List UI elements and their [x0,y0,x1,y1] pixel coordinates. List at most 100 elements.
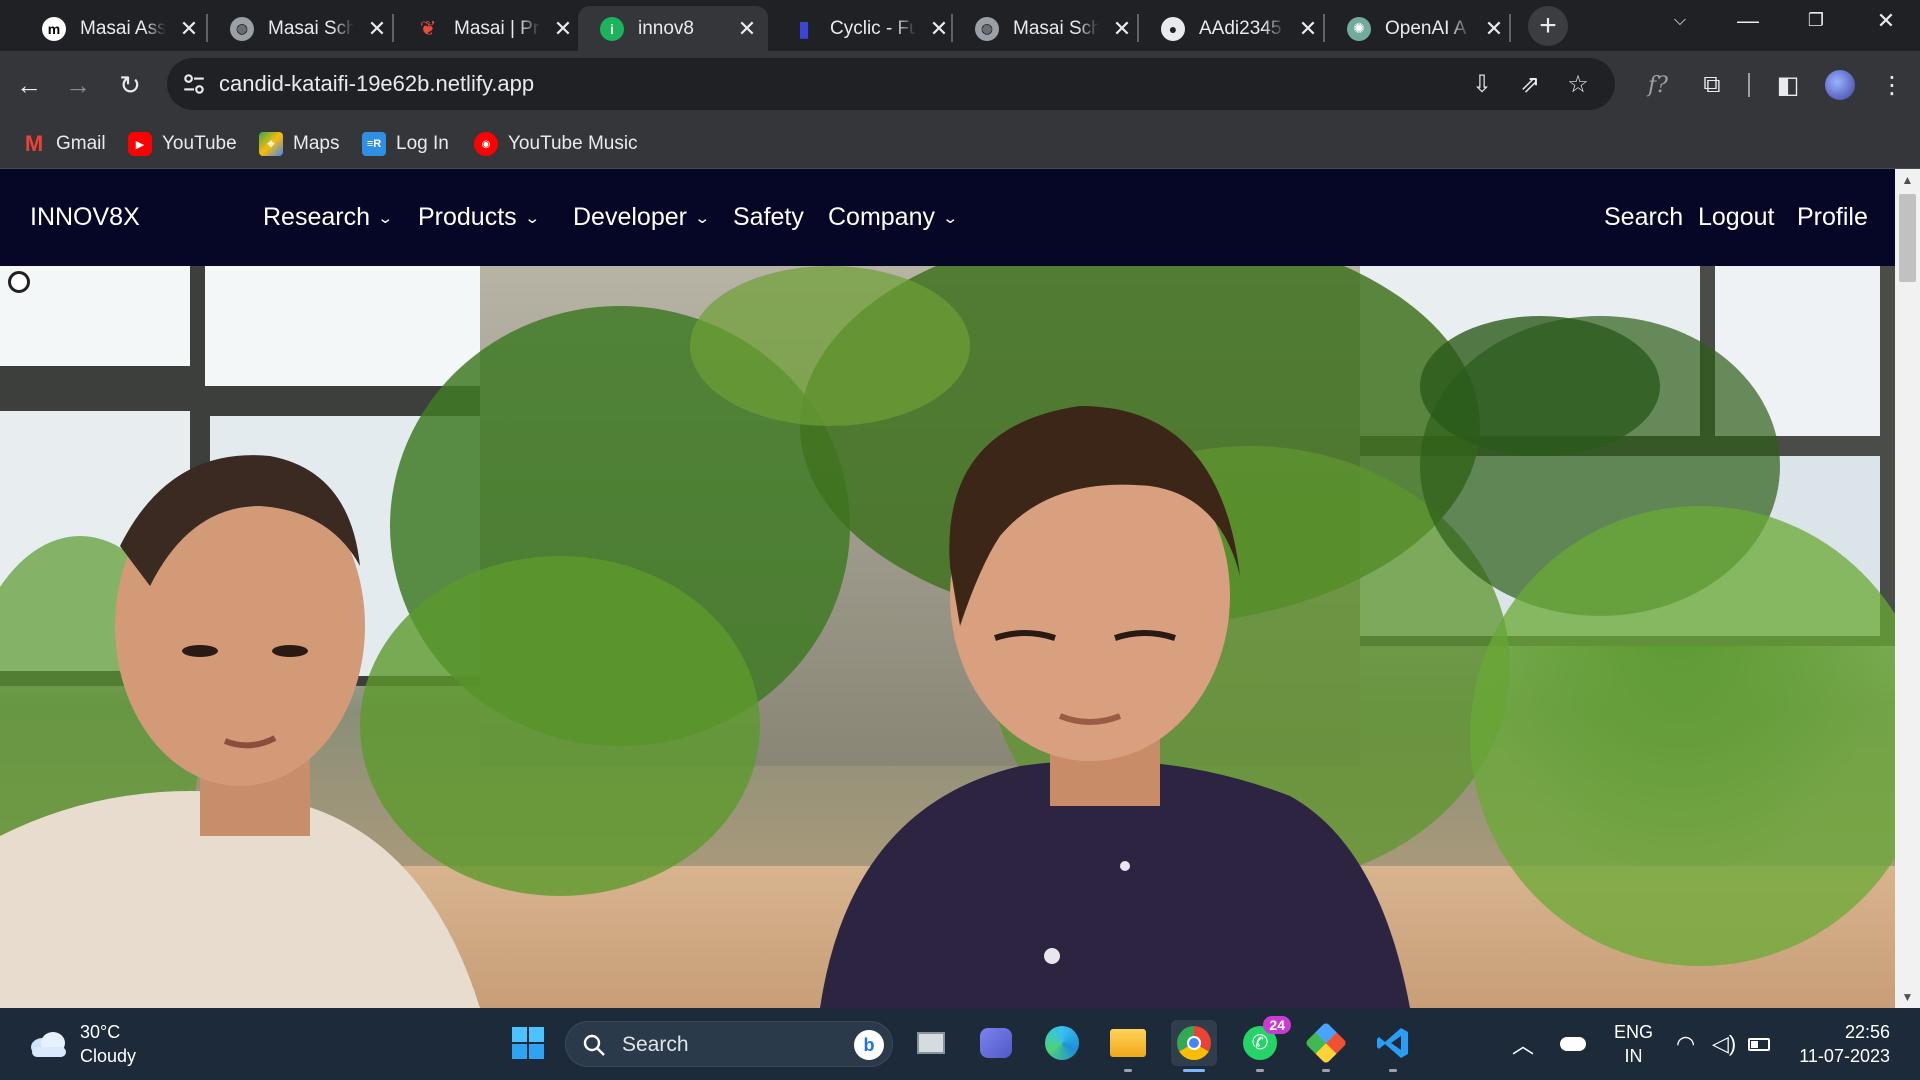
git-icon[interactable] [1303,1020,1349,1072]
bookmark-star-icon[interactable]: ☆ [1563,70,1593,100]
nav-research[interactable]: Research ⌄ [263,203,393,232]
search-link[interactable]: Search [1604,203,1683,232]
close-icon[interactable]: ✕ [736,16,758,42]
edge-glyph [1045,1026,1079,1060]
tab-search-icon[interactable]: ⌵ [1660,12,1700,42]
browser-tab[interactable]: ▮ Cyclic - Fu ✕ [770,6,960,51]
bookmark-label: Log In [396,133,449,154]
nav-label: Safety [733,203,804,231]
scrollbar-thumb[interactable] [1899,194,1916,282]
restore-button[interactable]: ❐ [1796,10,1836,40]
close-icon[interactable]: ✕ [1483,16,1505,42]
chevron-down-icon: ⌄ [523,209,541,227]
show-hidden-icons-icon[interactable]: ︿ [1512,1008,1534,1080]
site-navbar: INNOV8X Research ⌄ Products ⌄ Developer … [0,169,1895,266]
address-bar[interactable]: candid-kataifi-19e62b.netlify.app ⇩ ⇗ ☆ [167,58,1615,110]
profile-avatar-icon [1825,70,1855,100]
bookmark-youtube[interactable]: ▶ YouTube [128,129,237,159]
file-explorer-icon[interactable] [1105,1020,1151,1072]
clock[interactable]: 22:56 11-07-2023 [1792,1008,1890,1080]
wifi-icon[interactable]: ◠ [1676,1008,1695,1080]
language-code: ENG [1614,1022,1654,1042]
windows-taskbar: 30°C Cloudy Search b ✆ 24 ︿ ENG IN ◠ ◁) … [0,1008,1920,1080]
nav-label: Products [418,203,517,231]
clock-time: 22:56 [1844,1022,1890,1042]
browser-tab[interactable]: ◍ Masai Sch ✕ [953,6,1143,51]
scroll-up-arrow-icon[interactable]: ▲ [1895,169,1920,191]
close-icon[interactable]: ✕ [366,16,388,42]
page-scrollbar[interactable]: ▲ ▼ [1895,169,1920,1008]
browser-tab[interactable]: ◍ Masai Sch ✕ [208,6,398,51]
profile-link[interactable]: Profile [1797,203,1868,232]
bookmark-label: Gmail [56,133,106,154]
volume-icon[interactable]: ◁) [1712,1008,1736,1080]
globe-icon: ◍ [975,16,999,41]
close-icon[interactable]: ✕ [1111,16,1133,42]
windows-start-icon[interactable] [505,1020,551,1066]
task-view-icon[interactable] [908,1020,954,1066]
side-panel-icon[interactable]: ◧ [1768,65,1808,105]
minimize-button[interactable]: — [1728,8,1768,38]
chevron-down-icon: ⌄ [942,209,959,227]
extension-fx-icon[interactable]: f? [1638,65,1678,105]
onedrive-icon[interactable] [1560,1008,1586,1080]
person-right [820,406,1410,1008]
whatsapp-icon[interactable]: ✆ 24 [1237,1016,1291,1072]
new-tab-button[interactable]: + [1528,6,1568,46]
language-indicator[interactable]: ENG IN [1614,1008,1653,1080]
extensions-puzzle-icon[interactable]: ⧉ [1692,65,1732,105]
browser-tab[interactable]: ❦ Masai | Pr ✕ [394,6,584,51]
weather-widget[interactable]: 30°C Cloudy [28,1020,136,1068]
logout-link[interactable]: Logout [1698,203,1774,232]
nav-company[interactable]: Company ⌄ [828,203,959,232]
nav-developer[interactable]: Developer ⌄ [573,203,711,232]
close-window-button[interactable]: ✕ [1866,8,1906,38]
browser-tab-active[interactable]: i innov8 ✕ [578,6,768,51]
back-button[interactable]: ← [9,65,49,105]
site-logo[interactable]: INNOV8X [30,203,140,232]
bookmark-maps[interactable]: ⌖ Maps [259,129,339,159]
bookmark-log-in[interactable]: ≡R Log In [362,129,449,159]
folder-glyph [1110,1029,1146,1057]
battery-icon[interactable] [1748,1008,1770,1080]
chevron-down-icon: ⌄ [694,209,711,227]
forward-button[interactable]: → [58,65,98,105]
web-page: INNOV8X Research ⌄ Products ⌄ Developer … [0,169,1895,1008]
edge-icon[interactable] [1039,1020,1085,1066]
tab-divider [1509,14,1511,42]
taskbar-search-label: Search [622,1033,689,1056]
vscode-icon[interactable] [1370,1020,1416,1072]
install-app-icon[interactable]: ⇩ [1467,70,1497,100]
nav-safety[interactable]: Safety [733,203,804,232]
close-icon[interactable]: ✕ [1297,16,1319,42]
teams-glyph [980,1028,1012,1058]
running-indicator [1389,1069,1397,1072]
close-icon[interactable]: ✕ [552,16,574,42]
close-icon[interactable]: ✕ [178,16,200,42]
bing-icon[interactable]: b [854,1030,884,1060]
nav-products[interactable]: Products ⌄ [418,203,541,232]
bookmark-gmail[interactable]: M Gmail [22,129,106,159]
taskbar-search[interactable]: Search b [565,1021,893,1067]
tab-strip: m Masai Ass ✕ ◍ Masai Sch ✕ ❦ Masai | Pr… [0,0,1920,51]
browser-tab[interactable]: ● AAdi2345 ✕ [1139,6,1329,51]
windows-logo-icon [512,1027,544,1059]
tab-title: Masai Ass [80,17,166,39]
close-icon[interactable]: ✕ [928,16,950,42]
site-info-icon[interactable] [181,71,207,97]
browser-toolbar: ← → ↻ candid-kataifi-19e62b.netlify.app … [0,51,1920,119]
tab-title: innov8 [638,17,694,39]
browser-tab[interactable]: m Masai Ass ✕ [20,6,210,51]
share-icon[interactable]: ⇗ [1515,70,1545,100]
menu-kebab-icon[interactable]: ⋮ [1872,65,1912,105]
teams-icon[interactable] [973,1020,1019,1066]
reload-button[interactable]: ↻ [110,65,150,105]
weather-desc: Cloudy [80,1046,137,1066]
scroll-down-arrow-icon[interactable]: ▼ [1895,986,1920,1008]
browser-tab[interactable]: ✺ OpenAI A ✕ [1325,6,1515,51]
nav-label: Company [828,203,935,231]
bookmark-youtube-music[interactable]: ◉ YouTube Music [474,129,638,159]
avatar[interactable] [1820,65,1860,105]
chrome-icon[interactable] [1171,1020,1217,1072]
innov8-icon: i [600,16,624,41]
